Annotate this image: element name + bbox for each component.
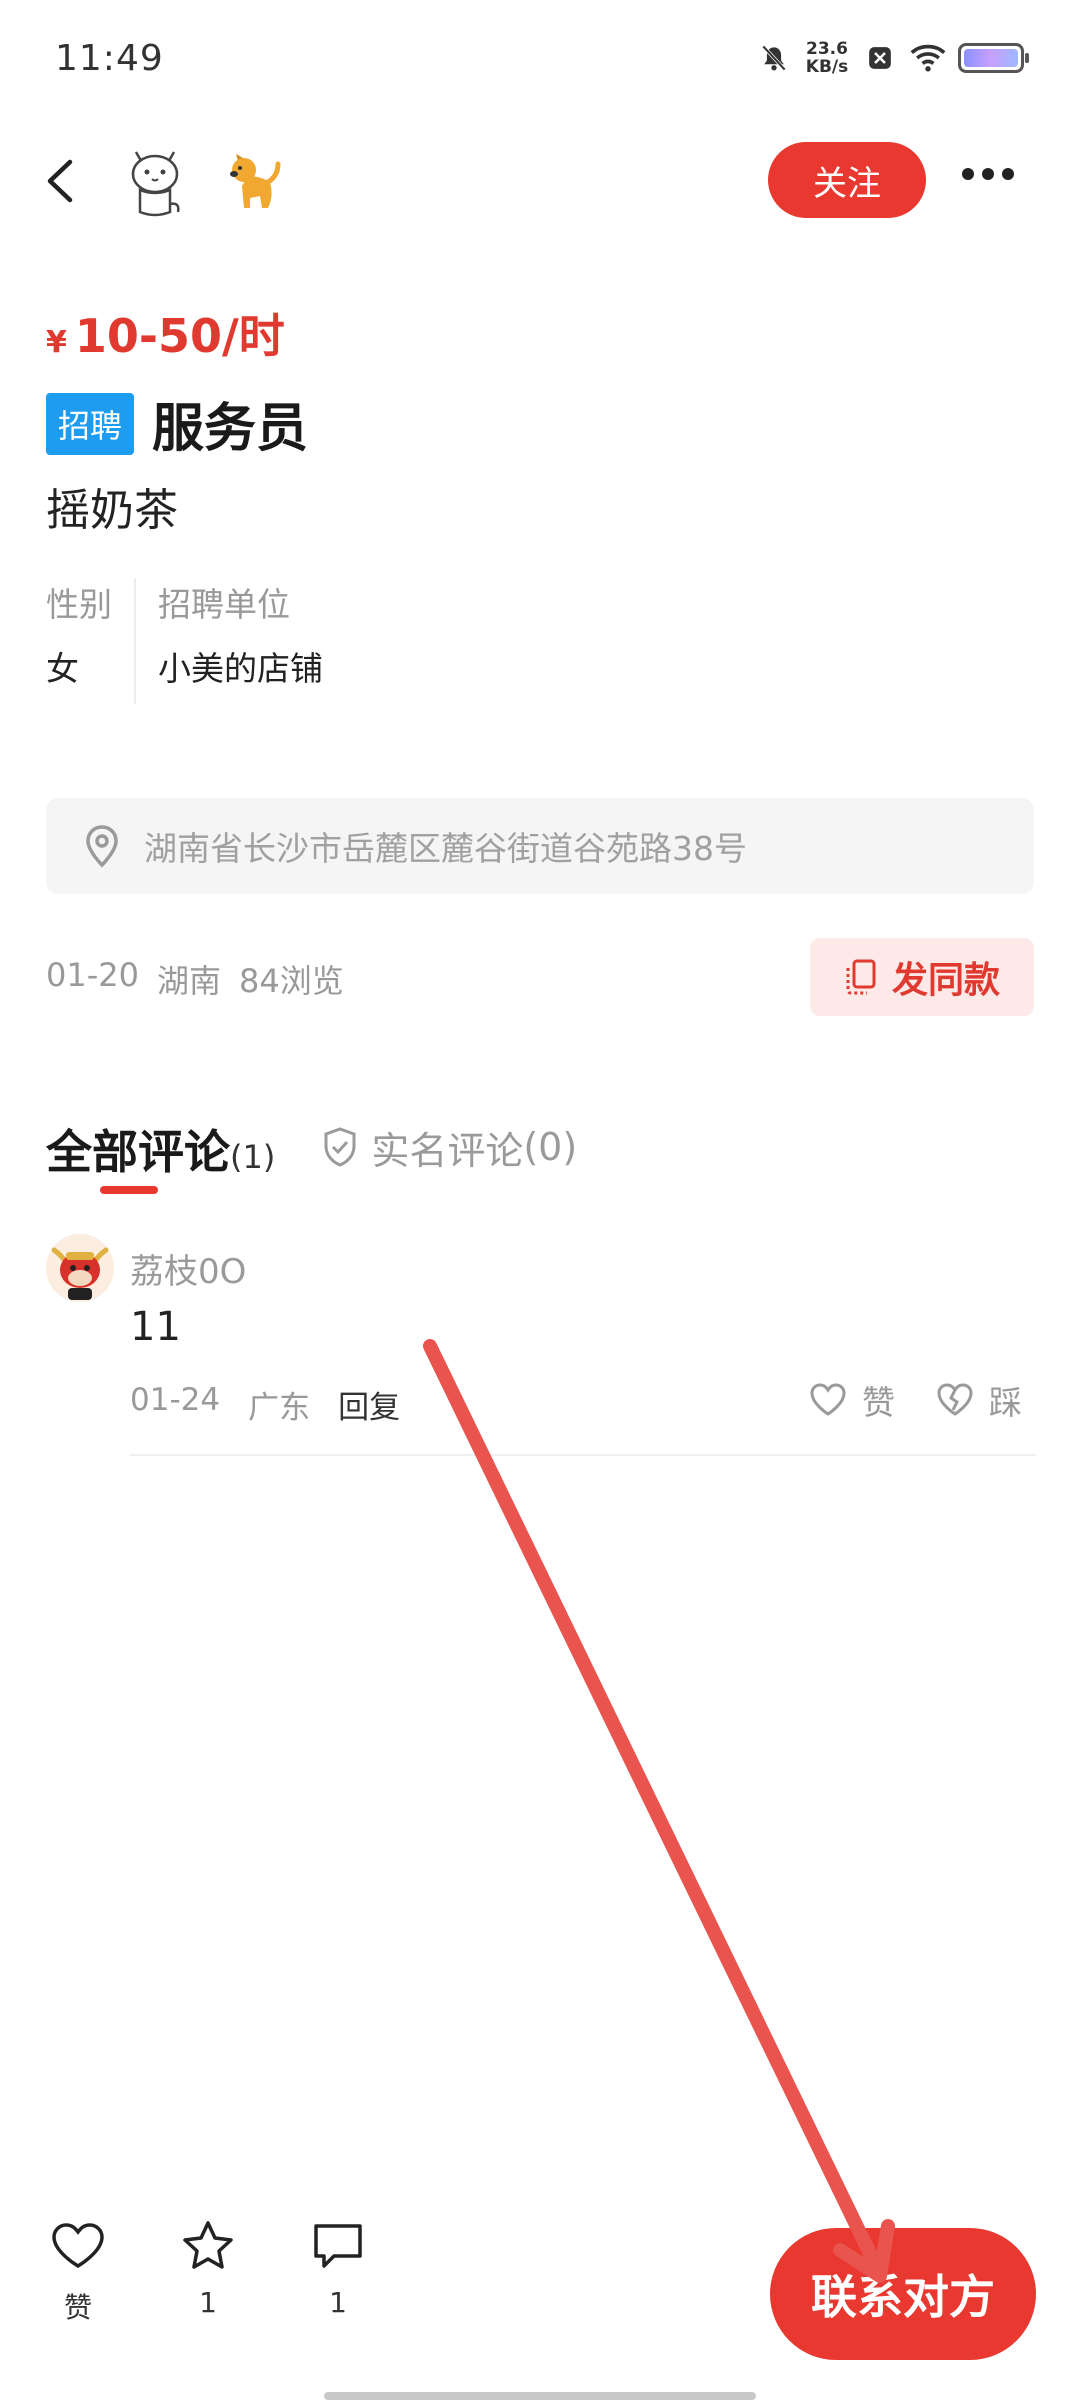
- comment-dislike-label: 踩: [989, 1383, 1022, 1422]
- job-attributes: 性别 女 招聘单位 小美的店铺: [46, 578, 323, 704]
- battery-icon: [958, 43, 1029, 73]
- recruit-tag: 招聘: [46, 392, 135, 455]
- contact-button[interactable]: 联系对方: [770, 2228, 1036, 2360]
- comment-like-label: 赞: [862, 1383, 895, 1422]
- favorite-button[interactable]: 1: [168, 2220, 248, 2319]
- attribute-value: 女: [46, 649, 79, 688]
- comment-text: 11: [130, 1304, 181, 1350]
- status-bar: 11:49 23.6 KB/s: [0, 0, 1080, 120]
- follow-button[interactable]: 关注: [768, 142, 926, 218]
- tab-all-count: (1): [230, 1138, 276, 1176]
- tab-all-label: 全部评论: [46, 1125, 230, 1179]
- heart-icon: [810, 1383, 846, 1416]
- copy-icon: [846, 959, 876, 995]
- comment-count: 1: [329, 2286, 347, 2319]
- like-label: 赞: [63, 2291, 92, 2324]
- comment-region: 广东: [248, 1390, 311, 1426]
- attribute-employer: 招聘单位 小美的店铺: [158, 578, 323, 704]
- address-bar[interactable]: 湖南省长沙市岳麓区麓谷街道谷苑路38号: [46, 798, 1034, 894]
- back-icon[interactable]: [40, 156, 80, 206]
- comment-like-button[interactable]: 赞: [808, 1376, 895, 1424]
- address-text: 湖南省长沙市岳麓区麓谷街道谷苑路38号: [144, 829, 747, 868]
- post-same-label: 发同款: [891, 960, 1000, 1001]
- dog-avatar[interactable]: [222, 146, 282, 212]
- view-count: 84浏览: [239, 962, 344, 1000]
- location-pin-icon: [86, 825, 118, 868]
- comment-bubble-icon: [314, 2224, 362, 2268]
- job-description: 摇奶茶: [46, 485, 178, 536]
- heart-icon: [52, 2223, 104, 2269]
- post-meta: 01-20 湖南 84浏览: [46, 956, 344, 1002]
- currency-symbol: ¥: [46, 325, 67, 360]
- post-date: 01-20: [46, 956, 139, 994]
- star-icon: [183, 2221, 233, 2269]
- bottom-action-bar: 赞 1 1 联系对方: [0, 2220, 1080, 2360]
- cat-avatar[interactable]: [122, 142, 188, 220]
- active-tab-indicator: [100, 1186, 158, 1194]
- status-time: 11:49: [55, 38, 164, 79]
- post-region: 湖南: [156, 962, 221, 1000]
- comment-dislike-button[interactable]: 踩: [935, 1376, 1022, 1424]
- commenter-name[interactable]: 荔枝0O: [130, 1244, 246, 1293]
- commenter-avatar[interactable]: [46, 1234, 114, 1302]
- shield-check-icon: [324, 1127, 356, 1167]
- broken-heart-icon: [937, 1383, 973, 1416]
- home-indicator[interactable]: [324, 2392, 756, 2400]
- tab-all-comments[interactable]: 全部评论(1): [46, 1116, 275, 1182]
- comment-actions: 赞 踩: [808, 1376, 1022, 1424]
- network-speed: 23.6 KB/s: [804, 40, 850, 76]
- tab-real-label: 实名评论: [371, 1128, 524, 1173]
- comment-tabs: 全部评论(1) 实名评论 (0): [46, 1116, 577, 1182]
- attribute-divider: [134, 578, 136, 704]
- status-icons: 23.6 KB/s: [756, 40, 1029, 76]
- speed-value: 23.6: [806, 39, 848, 59]
- favorite-count: 1: [199, 2286, 217, 2319]
- salary-value: 10-50/时: [74, 309, 285, 363]
- like-button[interactable]: 赞: [38, 2220, 118, 2326]
- post-same-button[interactable]: 发同款: [810, 938, 1034, 1016]
- salary: ¥ 10-50/时: [46, 300, 285, 366]
- mute-icon: [756, 40, 792, 76]
- comment-meta: 01-24 广东 回复: [130, 1382, 400, 1427]
- tab-real-count: (0): [523, 1125, 578, 1169]
- attribute-key: 性别: [46, 585, 112, 624]
- wifi-icon: [910, 40, 946, 76]
- comment-date: 01-24: [130, 1382, 221, 1418]
- comment-button[interactable]: 1: [298, 2220, 378, 2319]
- header: 关注: [0, 130, 1080, 230]
- reply-button[interactable]: 回复: [338, 1382, 400, 1427]
- job-title-row: 招聘 服务员: [46, 386, 308, 461]
- x-box-icon: [862, 40, 898, 76]
- attribute-value[interactable]: 小美的店铺: [158, 642, 323, 690]
- speed-unit: KB/s: [805, 57, 849, 77]
- attribute-key: 招聘单位: [158, 585, 290, 624]
- attribute-gender: 性别 女: [46, 578, 112, 704]
- more-icon[interactable]: [962, 168, 1014, 184]
- job-title: 服务员: [152, 399, 309, 459]
- tab-real-name-comments[interactable]: 实名评论 (0): [321, 1120, 577, 1175]
- comment-divider: [130, 1454, 1036, 1456]
